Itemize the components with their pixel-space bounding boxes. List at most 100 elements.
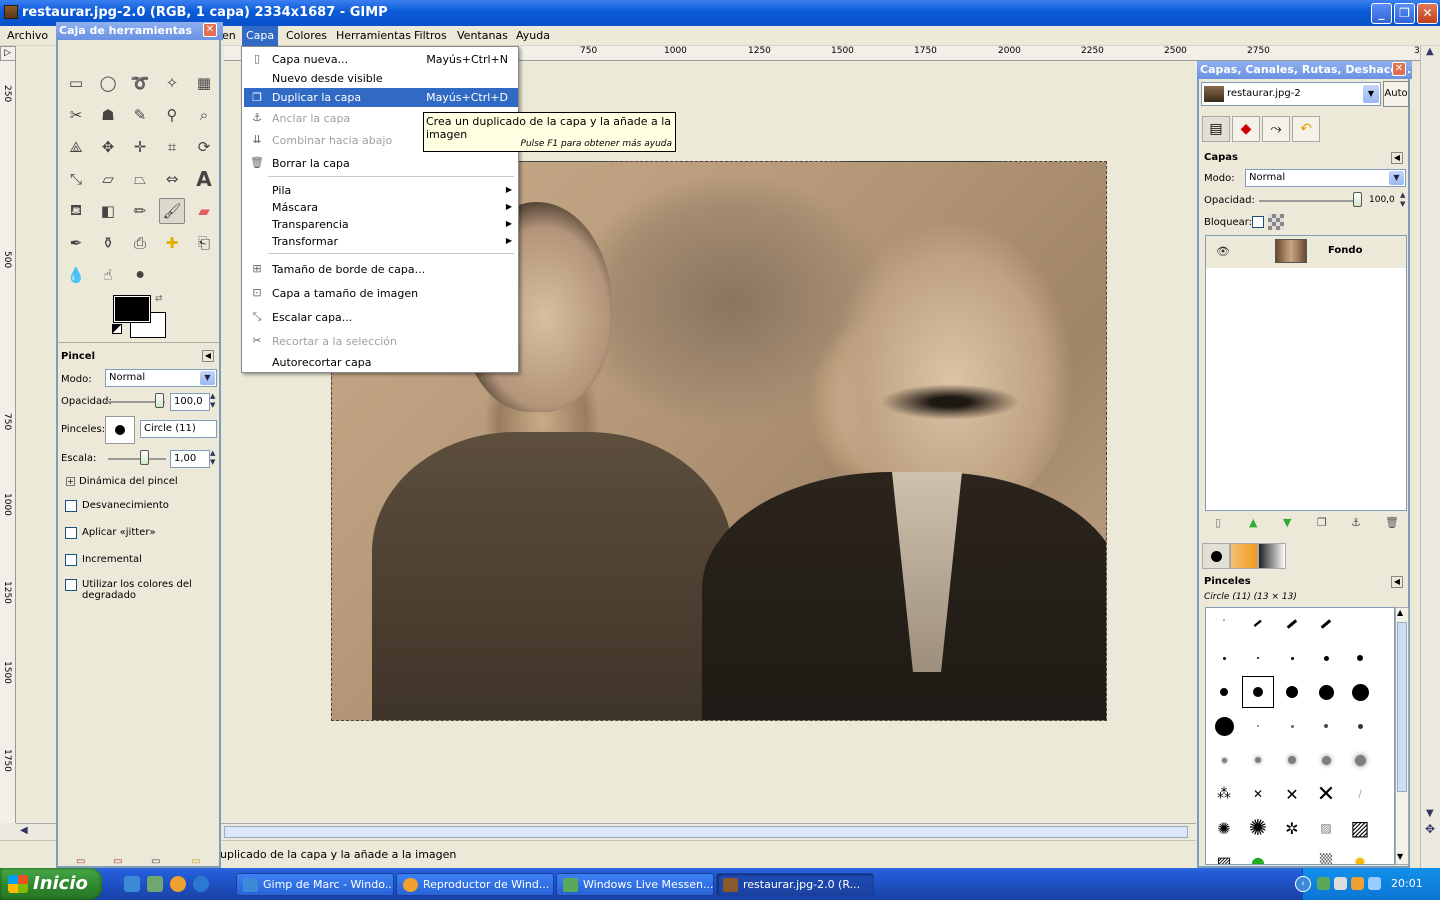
- vertical-scrollbar[interactable]: ▲ ▼ ✥: [1420, 46, 1440, 868]
- text-tool-icon[interactable]: A: [191, 166, 217, 192]
- desktop-quicklaunch-icon[interactable]: [147, 876, 163, 892]
- volume-icon[interactable]: [1334, 877, 1347, 890]
- panel-menu-icon[interactable]: ◀: [1391, 576, 1403, 588]
- brush-item[interactable]: [1276, 744, 1308, 776]
- task-messenger[interactable]: Windows Live Messen...: [556, 873, 714, 896]
- brush-item[interactable]: ✲: [1276, 812, 1308, 844]
- brush-item[interactable]: [1344, 642, 1376, 674]
- anchor-layer-icon[interactable]: ⚓: [1351, 516, 1361, 529]
- menu-item-mask[interactable]: Máscara: [272, 201, 318, 214]
- scissors-icon[interactable]: ✂: [63, 102, 89, 128]
- browser-quicklaunch-icon[interactable]: [193, 876, 209, 892]
- brush-item[interactable]: ∕: [1344, 778, 1376, 810]
- move-icon[interactable]: ✥: [95, 134, 121, 160]
- brush-item[interactable]: ▨: [1208, 846, 1240, 865]
- start-button[interactable]: Inicio: [0, 868, 102, 900]
- smudge-icon[interactable]: ☝: [95, 262, 121, 288]
- dodge-burn-icon[interactable]: ⚫: [127, 262, 153, 288]
- brush-item[interactable]: ▒: [1310, 846, 1342, 865]
- scroll-down-icon[interactable]: ▼: [1397, 852, 1403, 861]
- crop-tool-icon[interactable]: ⌗: [159, 134, 185, 160]
- brush-item[interactable]: ⁂: [1208, 778, 1240, 810]
- options-menu-icon[interactable]: ◀: [202, 350, 214, 362]
- scale-slider-handle[interactable]: [140, 450, 149, 465]
- menu-item-layer-boundary-size[interactable]: Tamaño de borde de capa...: [272, 263, 425, 276]
- brush-item[interactable]: [1242, 710, 1274, 742]
- brush-preview-button[interactable]: [105, 416, 135, 444]
- menu-item-anchor-layer[interactable]: Anclar la capa: [272, 112, 350, 125]
- zoom-icon[interactable]: ⌕: [191, 102, 217, 128]
- menu-capa[interactable]: Capa: [242, 26, 279, 46]
- connection-icon[interactable]: [1368, 877, 1381, 890]
- delete-options-icon[interactable]: ▭: [151, 856, 160, 867]
- ruler-corner[interactable]: ▷: [0, 46, 16, 61]
- delete-layer-icon[interactable]: 🗑: [1385, 516, 1399, 529]
- incremental-checkbox[interactable]: [65, 554, 77, 566]
- brush-item[interactable]: ✕: [1310, 778, 1342, 810]
- align-icon[interactable]: ✛: [127, 134, 153, 160]
- swap-colors-icon[interactable]: ⇄: [155, 294, 163, 304]
- save-options-icon[interactable]: ▭: [76, 856, 85, 867]
- menu-herramientas[interactable]: Herramientas: [336, 29, 411, 42]
- blur-icon[interactable]: 💧: [63, 262, 89, 288]
- mode-select[interactable]: Normal ▼: [105, 369, 217, 387]
- paths-tab-icon[interactable]: ⤳: [1262, 116, 1290, 142]
- color-select-icon[interactable]: ▦: [191, 70, 217, 96]
- brush-item[interactable]: ✕: [1242, 778, 1274, 810]
- menu-item-autocrop-layer[interactable]: Autorecortar capa: [272, 356, 371, 369]
- panel-menu-icon[interactable]: ◀: [1391, 152, 1403, 164]
- brush-item[interactable]: ━: [1310, 608, 1342, 640]
- brush-item[interactable]: [1310, 744, 1342, 776]
- maximize-button[interactable]: ❐: [1394, 3, 1415, 24]
- eraser-icon[interactable]: ▰: [191, 198, 217, 224]
- foreground-color-swatch[interactable]: [113, 295, 151, 323]
- menu-imagen[interactable]: en: [222, 29, 236, 42]
- auto-button[interactable]: Auto: [1383, 81, 1409, 107]
- toolbox-close-icon[interactable]: ✕: [203, 23, 217, 37]
- vertical-ruler[interactable]: 250 500 750 1000 1250 1500 1750: [0, 61, 16, 823]
- brush-item[interactable]: [1344, 710, 1376, 742]
- brush-item[interactable]: [1344, 744, 1376, 776]
- lasso-icon[interactable]: ➰: [127, 70, 153, 96]
- menu-item-merge-down[interactable]: Combinar hacia abajo: [272, 134, 392, 147]
- brush-name[interactable]: Circle (11): [140, 420, 217, 438]
- task-gimp-marc[interactable]: Gimp de Marc - Windo...: [236, 873, 394, 896]
- shear-icon[interactable]: ▱: [95, 166, 121, 192]
- ie-quicklaunch-icon[interactable]: [124, 876, 140, 892]
- tray-expand-icon[interactable]: ‹: [1295, 876, 1311, 892]
- scale-tool-icon[interactable]: ⤡: [63, 166, 89, 192]
- minimize-button[interactable]: _: [1371, 3, 1392, 24]
- jitter-checkbox[interactable]: [65, 527, 77, 539]
- brush-item[interactable]: [1310, 676, 1342, 708]
- color-picker-icon[interactable]: ⚲: [159, 102, 185, 128]
- brush-item[interactable]: ━: [1242, 608, 1274, 640]
- media-player-quicklaunch-icon[interactable]: [170, 876, 186, 892]
- brush-item[interactable]: ▨: [1310, 812, 1342, 844]
- scale-slider[interactable]: [108, 458, 166, 460]
- scroll-up-icon[interactable]: ▲: [1397, 608, 1403, 617]
- menu-item-transparency[interactable]: Transparencia: [272, 218, 349, 231]
- default-colors-icon[interactable]: [112, 324, 122, 334]
- rotate-icon[interactable]: ⟳: [191, 134, 217, 160]
- layers-mode-select[interactable]: Normal ▼: [1245, 169, 1406, 187]
- brush-item[interactable]: [1208, 642, 1240, 674]
- brushes-grid[interactable]: ˈ ━ ━ ━ ⁂ ✕ ✕ ✕ ∕ ✺ ✺ ✲ ▨ ▨ ▨ ● ▒ ✹: [1205, 607, 1395, 865]
- scrollbar-thumb[interactable]: [224, 826, 1188, 838]
- brush-item[interactable]: [1344, 676, 1376, 708]
- layers-opacity-value[interactable]: 100,0: [1369, 195, 1395, 205]
- scale-spin[interactable]: 1,00: [170, 450, 210, 468]
- menu-item-stack[interactable]: Pila: [272, 184, 291, 197]
- perspective-clone-icon[interactable]: ⎗: [191, 230, 217, 256]
- brush-item[interactable]: ▨: [1344, 812, 1376, 844]
- bucket-fill-icon[interactable]: ⛾: [63, 198, 89, 224]
- menu-item-scale-layer[interactable]: Escalar capa...: [272, 311, 352, 324]
- layers-opacity-slider[interactable]: [1259, 200, 1354, 202]
- brushes-scrollbar[interactable]: ▲ ▼: [1395, 607, 1409, 865]
- brushes-tab-icon[interactable]: [1202, 543, 1230, 569]
- fade-checkbox[interactable]: [65, 500, 77, 512]
- lower-layer-icon[interactable]: ▼: [1283, 516, 1291, 529]
- brush-item[interactable]: [1310, 710, 1342, 742]
- perspective-icon[interactable]: ⏢: [127, 166, 153, 192]
- brush-item[interactable]: ━: [1276, 608, 1308, 640]
- menu-item-new-layer[interactable]: Capa nueva...: [272, 53, 348, 66]
